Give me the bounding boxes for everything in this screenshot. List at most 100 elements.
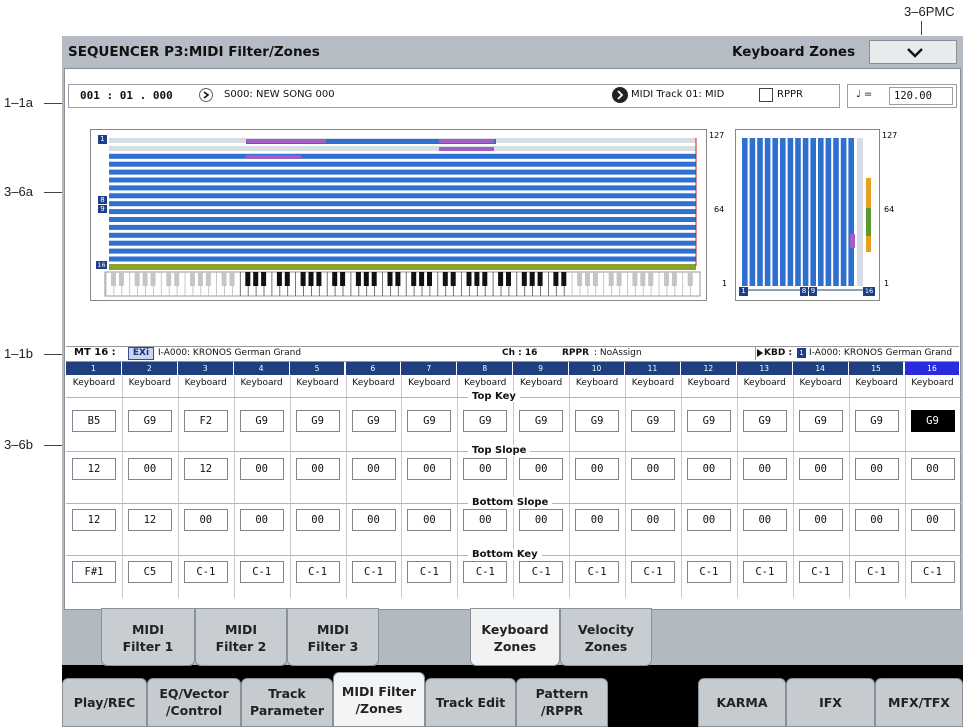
- bottom-slope-field-16[interactable]: 00: [910, 509, 955, 531]
- top-key-field-1[interactable]: B5: [72, 410, 116, 432]
- top-key-field-12[interactable]: G9: [686, 410, 731, 432]
- bottom-key-field-9[interactable]: C-1: [519, 561, 564, 583]
- top-key-field-15[interactable]: G9: [854, 410, 899, 432]
- top-slope-field-16[interactable]: 00: [910, 458, 955, 480]
- top-key-field-11[interactable]: G9: [631, 410, 675, 432]
- main-tab-eq-vector-control[interactable]: EQ/Vector/Control: [147, 678, 241, 727]
- top-slope-field-1[interactable]: 12: [72, 458, 116, 480]
- top-key-field-10[interactable]: G9: [575, 410, 620, 432]
- top-key-field-3[interactable]: F2: [183, 410, 228, 432]
- track-number-3[interactable]: 3: [177, 362, 233, 375]
- bottom-key-field-8[interactable]: C-1: [463, 561, 508, 583]
- bottom-key-field-13[interactable]: C-1: [742, 561, 787, 583]
- track-number-12[interactable]: 12: [680, 362, 736, 375]
- bottom-key-field-6[interactable]: C-1: [351, 561, 396, 583]
- top-slope-field-13[interactable]: 00: [742, 458, 787, 480]
- bottom-key-field-14[interactable]: C-1: [798, 561, 843, 583]
- track-number-8[interactable]: 8: [457, 362, 513, 375]
- page-menu-button[interactable]: [869, 40, 957, 64]
- bottom-slope-field-10[interactable]: 00: [575, 509, 620, 531]
- main-tab-mfx-tfx[interactable]: MFX/TFX: [875, 678, 963, 727]
- top-slope-field-6[interactable]: 00: [351, 458, 396, 480]
- top-key-field-5[interactable]: G9: [295, 410, 340, 432]
- top-slope-field-14[interactable]: 00: [798, 458, 843, 480]
- main-tab-play-rec[interactable]: Play/REC: [62, 678, 147, 727]
- tempo-field[interactable]: 120.00: [889, 87, 953, 105]
- top-slope-field-7[interactable]: 00: [407, 458, 452, 480]
- top-key-field-14[interactable]: G9: [798, 410, 843, 432]
- bottom-slope-field-3[interactable]: 00: [183, 509, 228, 531]
- bottom-slope-field-2[interactable]: 12: [127, 509, 172, 531]
- top-slope-field-11[interactable]: 00: [631, 458, 675, 480]
- top-slope-field-5[interactable]: 00: [295, 458, 340, 480]
- main-tab-track-edit[interactable]: Track Edit: [425, 678, 516, 727]
- bottom-slope-field-1[interactable]: 12: [72, 509, 116, 531]
- top-key-field-6[interactable]: G9: [351, 410, 396, 432]
- track-number-13[interactable]: 13: [736, 362, 792, 375]
- bottom-key-field-10[interactable]: C-1: [575, 561, 620, 583]
- top-slope-field-8[interactable]: 00: [463, 458, 508, 480]
- location-field[interactable]: 001 : 01 . 000: [80, 89, 173, 102]
- main-tab-ifx[interactable]: IFX: [786, 678, 875, 727]
- bottom-key-field-1[interactable]: F#1: [72, 561, 116, 583]
- bottom-key-field-3[interactable]: C-1: [183, 561, 228, 583]
- bottom-key-field-16[interactable]: C-1: [910, 561, 955, 583]
- main-tab-track-parameter[interactable]: Track Parameter: [241, 678, 333, 727]
- bottom-slope-field-6[interactable]: 00: [351, 509, 396, 531]
- bottom-slope-field-9[interactable]: 00: [519, 509, 564, 531]
- song-name[interactable]: S000: NEW SONG 000: [224, 89, 335, 100]
- top-slope-field-9[interactable]: 00: [519, 458, 564, 480]
- top-slope-field-4[interactable]: 00: [239, 458, 284, 480]
- sub-tab-keyboard-zones[interactable]: Keyboard Zones: [470, 608, 560, 666]
- track-number-9[interactable]: 9: [513, 362, 569, 375]
- track-number-1[interactable]: 1: [66, 362, 121, 375]
- top-key-field-4[interactable]: G9: [239, 410, 284, 432]
- top-slope-field-2[interactable]: 00: [127, 458, 172, 480]
- track-number-6[interactable]: 6: [345, 362, 401, 375]
- top-slope-field-12[interactable]: 00: [686, 458, 731, 480]
- bottom-key-field-15[interactable]: C-1: [854, 561, 899, 583]
- top-key-field-8[interactable]: G9: [463, 410, 508, 432]
- rppr-checkbox[interactable]: [759, 88, 773, 102]
- track-number-14[interactable]: 14: [792, 362, 848, 375]
- top-slope-field-15[interactable]: 00: [854, 458, 899, 480]
- bottom-slope-field-11[interactable]: 00: [631, 509, 675, 531]
- top-key-field-16[interactable]: G9: [910, 410, 955, 432]
- sub-tab-midi-filter-1[interactable]: MIDI Filter 1: [101, 608, 195, 666]
- track-number-5[interactable]: 5: [289, 362, 345, 375]
- main-tab-midi-filter-zones[interactable]: MIDI Filter/Zones: [333, 672, 425, 727]
- track-number-2[interactable]: 2: [121, 362, 177, 375]
- track-number-10[interactable]: 10: [569, 362, 624, 375]
- top-key-field-2[interactable]: G9: [127, 410, 172, 432]
- top-slope-field-10[interactable]: 00: [575, 458, 620, 480]
- bottom-slope-field-8[interactable]: 00: [463, 509, 508, 531]
- bottom-slope-field-15[interactable]: 00: [854, 509, 899, 531]
- bottom-slope-field-13[interactable]: 00: [742, 509, 787, 531]
- bottom-key-field-11[interactable]: C-1: [631, 561, 675, 583]
- main-tab-pattern-rppr[interactable]: Pattern/RPPR: [516, 678, 608, 727]
- bottom-key-field-7[interactable]: C-1: [407, 561, 452, 583]
- sub-tab-midi-filter-2[interactable]: MIDI Filter 2: [195, 608, 287, 666]
- bottom-slope-field-7[interactable]: 00: [407, 509, 452, 531]
- top-key-field-9[interactable]: G9: [519, 410, 564, 432]
- bottom-key-field-12[interactable]: C-1: [686, 561, 731, 583]
- top-key-field-7[interactable]: G9: [407, 410, 452, 432]
- sub-tab-velocity-zones[interactable]: Velocity Zones: [560, 608, 652, 666]
- track-number-16[interactable]: 16: [904, 362, 960, 375]
- main-tab-karma[interactable]: KARMA: [698, 678, 786, 727]
- track-select-arrow-icon[interactable]: [612, 87, 628, 103]
- bottom-slope-field-14[interactable]: 00: [798, 509, 843, 531]
- sub-tab-midi-filter-3[interactable]: MIDI Filter 3: [287, 608, 379, 666]
- track-number-15[interactable]: 15: [848, 362, 904, 375]
- track-select[interactable]: MIDI Track 01: MID: [631, 89, 724, 100]
- top-key-field-13[interactable]: G9: [742, 410, 787, 432]
- top-slope-field-3[interactable]: 12: [183, 458, 228, 480]
- track-number-7[interactable]: 7: [401, 362, 457, 375]
- bottom-slope-field-12[interactable]: 00: [686, 509, 731, 531]
- bottom-slope-field-5[interactable]: 00: [295, 509, 340, 531]
- bottom-key-field-5[interactable]: C-1: [295, 561, 340, 583]
- bottom-slope-field-4[interactable]: 00: [239, 509, 284, 531]
- song-select-arrow-icon[interactable]: [199, 88, 213, 102]
- bottom-key-field-4[interactable]: C-1: [239, 561, 284, 583]
- track-number-11[interactable]: 11: [625, 362, 680, 375]
